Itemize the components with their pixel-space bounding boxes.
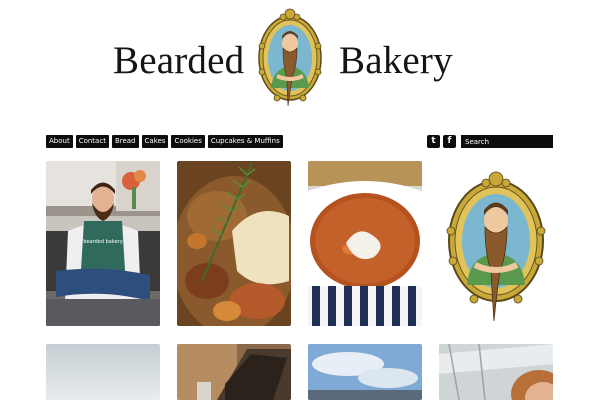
tumblr-icon[interactable]: t	[427, 135, 440, 148]
main-nav: About Contact Bread Cakes Cookies Cupcak…	[46, 135, 283, 148]
nav-item-cakes[interactable]: Cakes	[141, 135, 169, 148]
facebook-icon[interactable]: f	[443, 135, 456, 148]
post-tile-stew-dish[interactable]	[177, 161, 291, 326]
post-tile-selfie[interactable]	[439, 344, 553, 400]
post-tile-logo-cameo[interactable]	[439, 161, 553, 326]
nav-item-cookies[interactable]: Cookies	[171, 135, 205, 148]
site-title-bakery[interactable]: Bakery	[339, 38, 453, 83]
post-tile-winter-sky[interactable]	[46, 344, 160, 400]
site-title-bearded[interactable]: Bearded	[113, 38, 244, 83]
site-header: Bearded Bakery	[0, 0, 600, 120]
nav-item-contact[interactable]: Contact	[75, 135, 109, 148]
search-input[interactable]	[461, 135, 553, 148]
post-tile-cake-slice[interactable]	[177, 344, 291, 400]
nav-item-bread[interactable]: Bread	[111, 135, 139, 148]
post-tile-soup-bowl[interactable]	[308, 161, 422, 326]
post-tile-blue-sky[interactable]	[308, 344, 422, 400]
bearded-baker-cameo-icon[interactable]	[257, 6, 323, 116]
apron-print: bearded bakery	[83, 239, 122, 245]
post-tile-baker-photo[interactable]: bearded bakery	[46, 161, 160, 326]
nav-item-cupcakes-muffins[interactable]: Cupcakes & Muffins	[207, 135, 283, 148]
nav-item-about[interactable]: About	[46, 135, 73, 148]
